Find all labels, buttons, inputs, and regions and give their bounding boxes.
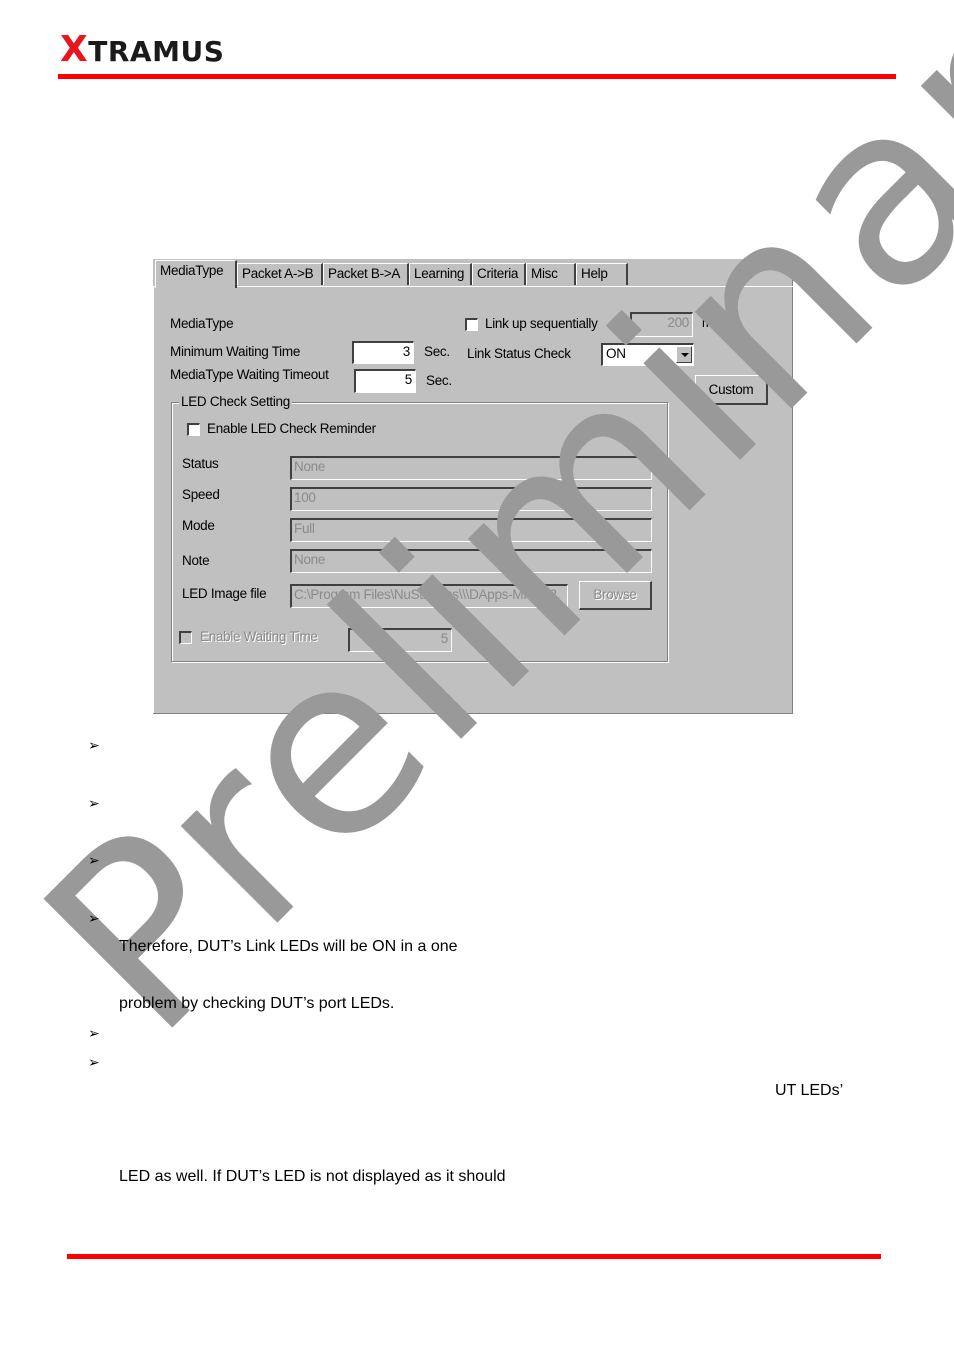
body-line-2: problem by checking DUT’s port LEDs. bbox=[119, 995, 395, 1012]
logo-text: TRAMUS bbox=[88, 35, 225, 68]
mode-label: Mode bbox=[182, 518, 215, 533]
led-group-title: LED Check Setting bbox=[179, 394, 292, 409]
min-wait-input[interactable]: 3 bbox=[352, 341, 414, 364]
led-image-input[interactable]: C:\Program Files\NuStreams\\\DApps-MPT v… bbox=[290, 584, 568, 608]
wait-time-input[interactable]: 5 bbox=[348, 628, 452, 652]
tab-mediatype[interactable]: MediaType bbox=[155, 260, 237, 288]
tab-help[interactable]: Help bbox=[576, 263, 628, 285]
timeout-unit: Sec. bbox=[426, 373, 452, 388]
logo-x: X bbox=[60, 29, 89, 70]
bullet-icon: ➢ bbox=[88, 1025, 100, 1041]
link-seq-checkbox[interactable] bbox=[465, 318, 478, 331]
body-line-3: UT LEDs’ bbox=[775, 1082, 844, 1099]
enable-led-label: Enable LED Check Reminder bbox=[207, 421, 376, 436]
enable-led-checkbox[interactable] bbox=[187, 423, 200, 436]
bullet-icon: ➢ bbox=[88, 852, 100, 868]
dropdown-arrow-icon[interactable] bbox=[676, 346, 692, 363]
link-seq-unit: ms bbox=[702, 316, 719, 330]
mediatype-dialog: MediaType Packet A->B Packet B->A Learni… bbox=[153, 259, 793, 714]
wait-time-unit: Sec. bbox=[471, 632, 497, 647]
enable-wait-checkbox[interactable] bbox=[179, 631, 192, 644]
xtramus-logo: XTRAMUS bbox=[60, 32, 224, 70]
timeout-label: MediaType Waiting Timeout bbox=[170, 367, 329, 382]
tab-border bbox=[153, 286, 793, 287]
bullet-icon: ➢ bbox=[88, 1054, 100, 1070]
note-label: Note bbox=[182, 553, 210, 568]
tab-packet-b-a[interactable]: Packet B->A bbox=[323, 263, 409, 285]
link-seq-label: Link up sequentially bbox=[485, 316, 598, 331]
min-wait-label: Minimum Waiting Time bbox=[170, 344, 301, 359]
bullet-icon: ➢ bbox=[88, 737, 100, 753]
link-status-value: ON bbox=[606, 346, 626, 361]
mediatype-label: MediaType bbox=[170, 316, 234, 331]
body-line-1: Therefore, DUT’s Link LEDs will be ON in… bbox=[119, 938, 458, 955]
panel-edge bbox=[153, 286, 154, 713]
browse-button[interactable]: Browse bbox=[579, 581, 652, 610]
tab-learning[interactable]: Learning bbox=[409, 263, 472, 285]
link-seq-delay-input[interactable]: 200 bbox=[630, 312, 693, 337]
custom-button[interactable]: Custom bbox=[695, 375, 768, 405]
tab-strip: MediaType Packet A->B Packet B->A Learni… bbox=[153, 259, 793, 288]
tab-misc[interactable]: Misc bbox=[526, 263, 576, 285]
tab-packet-a-b[interactable]: Packet A->B bbox=[237, 263, 323, 285]
min-wait-unit: Sec. bbox=[424, 344, 450, 359]
bullet-icon: ➢ bbox=[88, 795, 100, 811]
body-line-4: LED as well. If DUT’s LED is not display… bbox=[119, 1168, 506, 1185]
led-image-label: LED Image file bbox=[182, 586, 267, 601]
enable-wait-label: Enable Waiting Time bbox=[200, 629, 318, 644]
bullet-icon: ➢ bbox=[88, 910, 100, 926]
link-status-label: Link Status Check bbox=[467, 346, 571, 361]
note-input[interactable]: None bbox=[290, 549, 652, 573]
status-label: Status bbox=[182, 456, 219, 471]
mode-input[interactable]: Full bbox=[290, 518, 652, 542]
status-input[interactable]: None bbox=[290, 456, 652, 480]
tab-criteria[interactable]: Criteria bbox=[472, 263, 526, 285]
footer-rule bbox=[67, 1254, 881, 1259]
speed-label: Speed bbox=[182, 487, 220, 502]
header-rule bbox=[58, 74, 896, 79]
link-status-select[interactable]: ON bbox=[601, 343, 694, 366]
speed-input[interactable]: 100 bbox=[290, 487, 652, 511]
timeout-input[interactable]: 5 bbox=[354, 369, 416, 393]
